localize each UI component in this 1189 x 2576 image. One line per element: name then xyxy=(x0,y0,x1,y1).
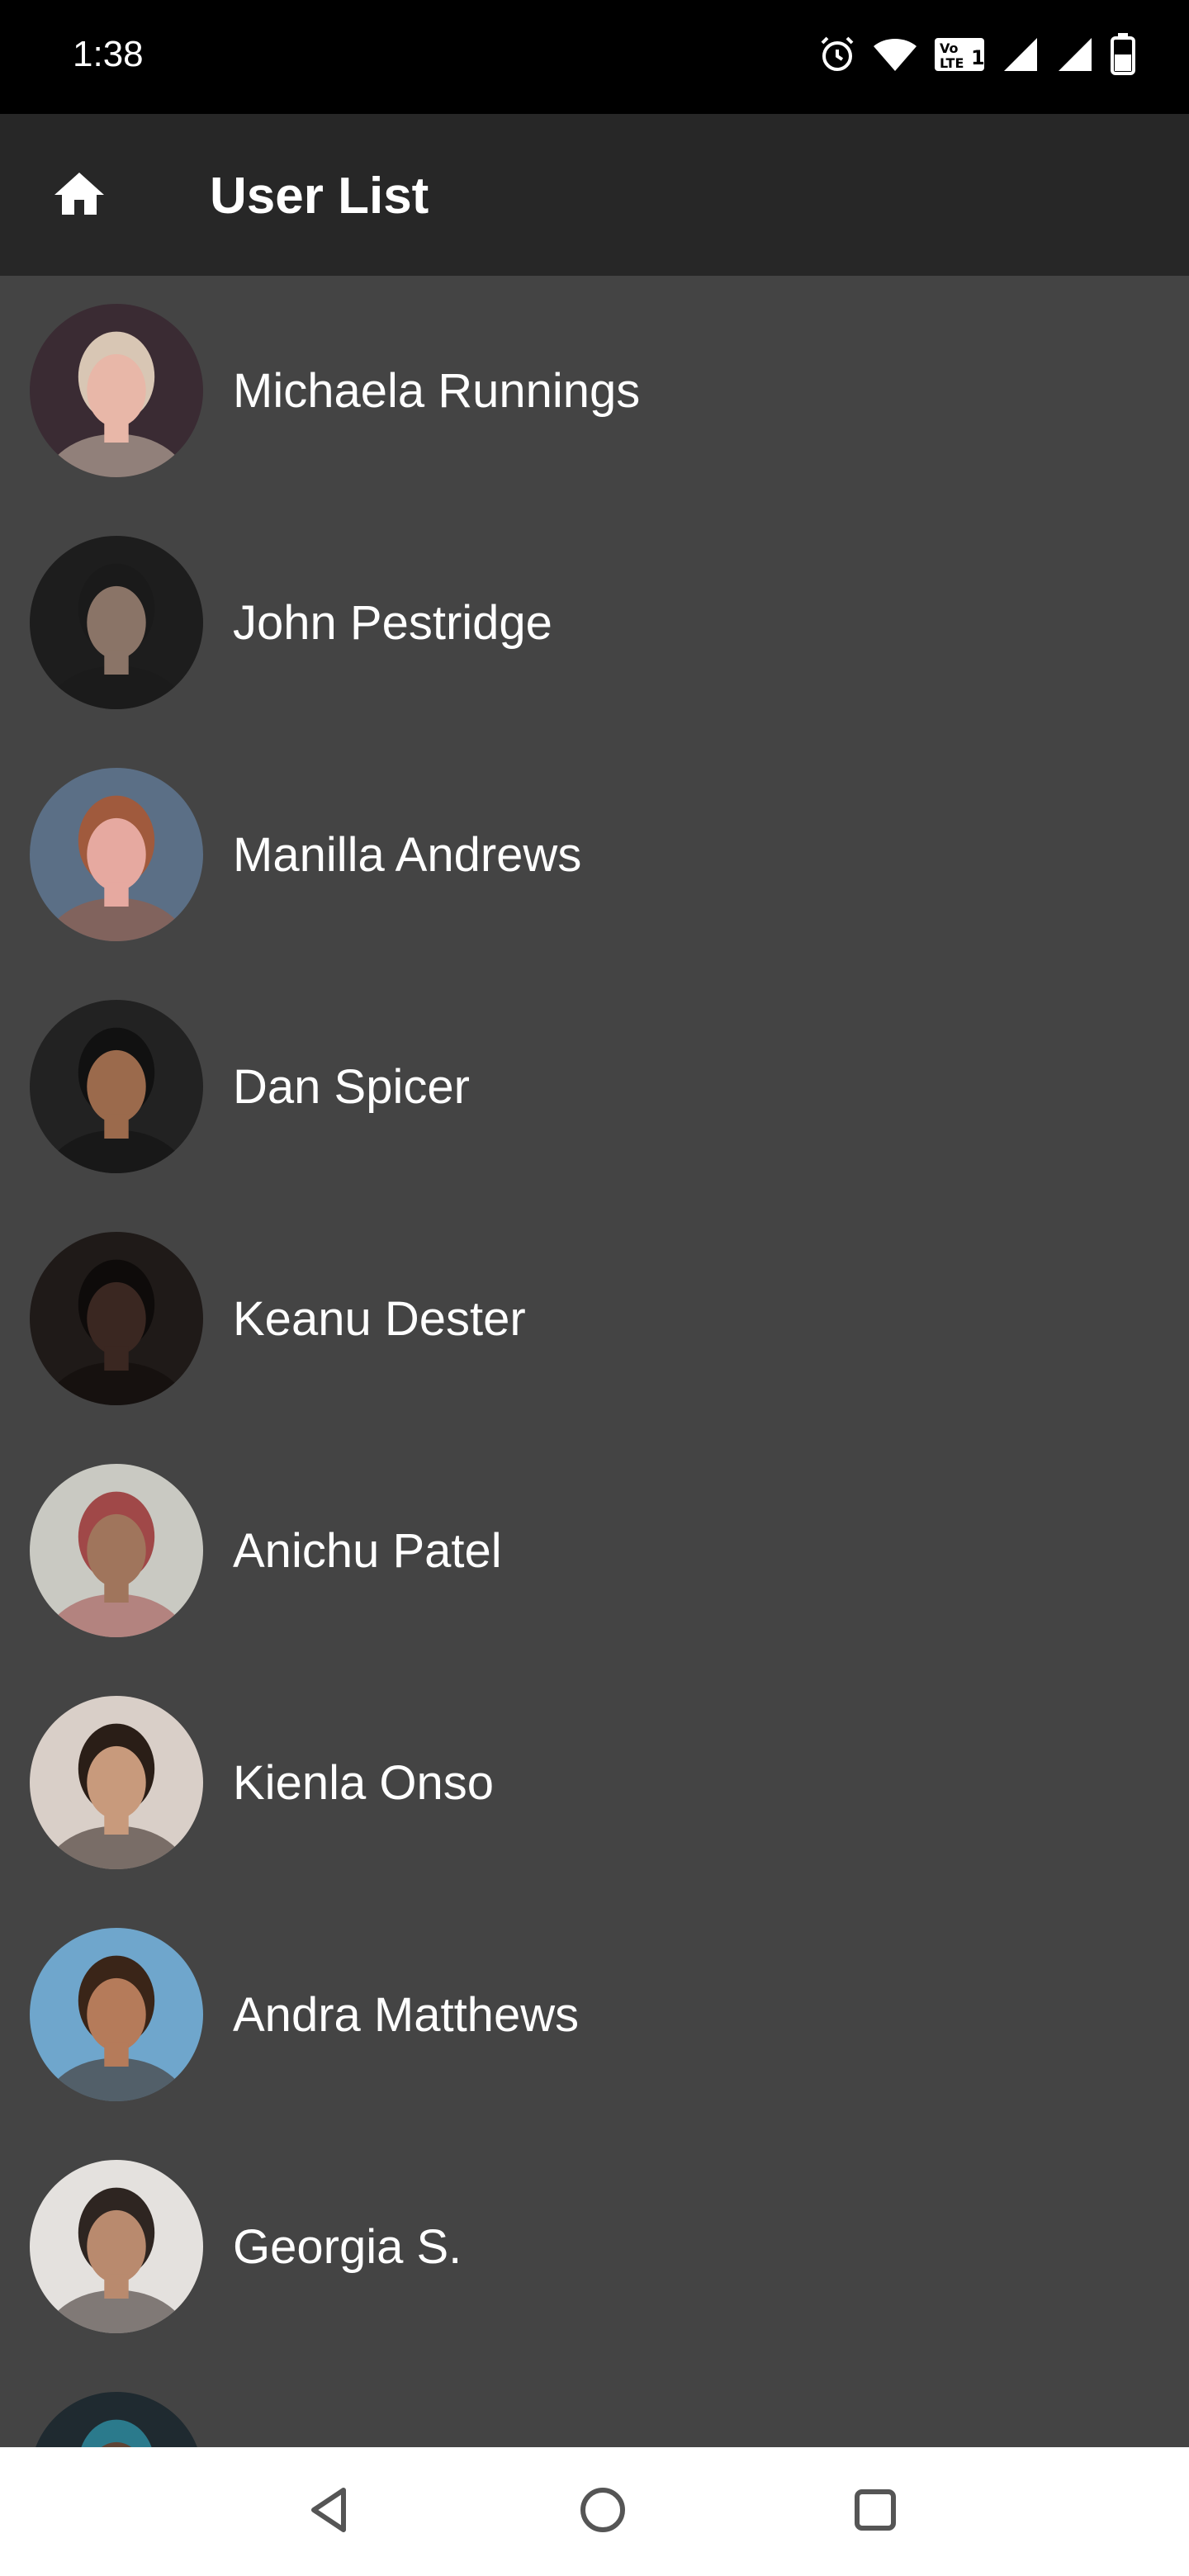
user-avatar xyxy=(30,1928,203,2101)
app-bar: User List xyxy=(0,114,1189,276)
user-avatar xyxy=(30,768,203,941)
svg-text:LTE: LTE xyxy=(940,55,964,71)
svg-text:Vo: Vo xyxy=(940,40,959,56)
user-name: John Pestridge xyxy=(233,596,552,650)
recents-button[interactable] xyxy=(832,2469,918,2555)
svg-text:1: 1 xyxy=(971,46,985,69)
user-avatar xyxy=(30,2392,203,2447)
wifi-icon xyxy=(872,35,918,74)
user-avatar xyxy=(30,536,203,709)
recents-square-icon xyxy=(849,2484,902,2540)
alarm-icon xyxy=(817,35,857,74)
user-list[interactable]: Michaela Runnings John Pestridge Manilla A… xyxy=(0,276,1189,2447)
user-list-item[interactable]: Keanu Dester xyxy=(0,1204,1189,1435)
status-time: 1:38 xyxy=(73,34,144,74)
user-avatar xyxy=(30,1464,203,1637)
home-nav-button[interactable] xyxy=(560,2469,646,2555)
back-triangle-icon xyxy=(304,2484,357,2540)
user-name: Kienla Onso xyxy=(233,1756,494,1810)
user-list-item[interactable] xyxy=(0,2364,1189,2447)
home-icon xyxy=(50,165,109,229)
user-avatar xyxy=(30,1232,203,1405)
user-avatar xyxy=(30,1696,203,1869)
user-name: Manilla Andrews xyxy=(233,828,582,882)
user-list-item[interactable]: Andra Matthews xyxy=(0,1900,1189,2131)
battery-icon xyxy=(1110,33,1136,76)
user-list-item[interactable]: Dan Spicer xyxy=(0,972,1189,1203)
user-name: Dan Spicer xyxy=(233,1060,470,1114)
user-avatar xyxy=(30,2160,203,2333)
signal-icon xyxy=(1001,35,1040,74)
user-list-item[interactable]: Kienla Onso xyxy=(0,1668,1189,1899)
back-button[interactable] xyxy=(287,2469,373,2555)
navigation-bar xyxy=(0,2447,1189,2576)
page-title: User List xyxy=(210,168,429,225)
user-list-item[interactable]: John Pestridge xyxy=(0,508,1189,739)
signal-icon-2 xyxy=(1055,35,1095,74)
user-name: Michaela Runnings xyxy=(233,364,641,418)
user-name: Anichu Patel xyxy=(233,1524,502,1578)
user-list-item[interactable]: Anichu Patel xyxy=(0,1436,1189,1667)
status-bar: 1:38 Vo LTE 1 xyxy=(0,0,1189,114)
status-icons: Vo LTE 1 xyxy=(817,30,1136,79)
user-list-item[interactable]: Michaela Runnings xyxy=(0,276,1189,507)
user-name: Keanu Dester xyxy=(233,1292,526,1346)
home-button[interactable] xyxy=(43,160,116,233)
user-avatar xyxy=(30,304,203,477)
volte-icon: Vo LTE 1 xyxy=(933,35,986,74)
user-name: Georgia S. xyxy=(233,2220,462,2274)
user-list-item[interactable]: Georgia S. xyxy=(0,2132,1189,2363)
user-name: Andra Matthews xyxy=(233,1988,580,2042)
screen: 1:38 Vo LTE 1 User List Michaela Running… xyxy=(0,0,1189,2576)
user-list-item[interactable]: Manilla Andrews xyxy=(0,740,1189,971)
home-circle-icon xyxy=(576,2484,629,2540)
user-avatar xyxy=(30,1000,203,1173)
